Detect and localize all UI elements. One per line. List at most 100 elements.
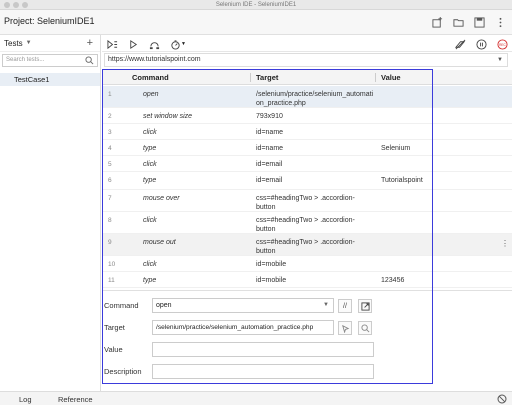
command-table-body: 1 open /selenium/practice/selenium_autom… bbox=[102, 86, 512, 289]
row-command: click bbox=[143, 217, 157, 224]
row-command: click bbox=[143, 161, 157, 168]
table-row[interactable]: 10 click id=mobile bbox=[102, 256, 512, 272]
target-input[interactable]: /selenium/practice/selenium_automation_p… bbox=[152, 320, 334, 335]
description-input[interactable] bbox=[152, 364, 374, 379]
row-command: type bbox=[143, 145, 157, 152]
command-table-header: Command Target Value bbox=[102, 70, 512, 85]
window-titlebar: Selenium IDE - SeleniumIDE1 bbox=[0, 0, 512, 10]
row-target: id=name bbox=[256, 129, 284, 136]
value-input[interactable] bbox=[152, 342, 374, 357]
command-editor: Command open ▼ // Target /selenium/pract… bbox=[102, 290, 512, 391]
project-label: Project: bbox=[4, 16, 35, 26]
table-row[interactable]: 8 click css=#headingTwo > .accordion-but… bbox=[102, 212, 512, 234]
row-number: 3 bbox=[108, 129, 112, 136]
target-label: Target bbox=[104, 323, 125, 332]
row-target: 793x910 bbox=[256, 113, 283, 120]
column-header-value: Value bbox=[381, 73, 401, 82]
table-row[interactable]: 5 click id=email bbox=[102, 156, 512, 172]
command-value: open bbox=[156, 302, 172, 309]
window-title: Selenium IDE - SeleniumIDE1 bbox=[215, 2, 297, 8]
test-case-item[interactable]: TestCase1 bbox=[0, 73, 100, 86]
table-row[interactable]: 2 set window size 793x910 bbox=[102, 108, 512, 124]
clear-log-icon[interactable] bbox=[497, 394, 507, 404]
toolbar: ▼ REC bbox=[102, 35, 512, 52]
open-project-icon[interactable] bbox=[452, 16, 464, 28]
row-target: id=mobile bbox=[256, 261, 287, 268]
row-number: 9 bbox=[108, 239, 112, 246]
search-icon bbox=[85, 56, 94, 65]
table-row[interactable]: 4 type id=name Selenium bbox=[102, 140, 512, 156]
tests-label: Tests bbox=[4, 38, 23, 48]
base-url-value: https://www.tutorialspoint.com bbox=[108, 56, 201, 63]
row-target: id=mobile bbox=[256, 277, 287, 284]
row-target: id=email bbox=[256, 177, 283, 184]
table-row[interactable]: 6 type id=email Tutorialspoint bbox=[102, 172, 512, 190]
column-header-command: Command bbox=[132, 73, 169, 82]
row-command: open bbox=[143, 91, 159, 98]
record-icon[interactable]: REC bbox=[496, 38, 508, 50]
tab-reference[interactable]: Reference bbox=[58, 395, 93, 404]
row-target: css=#headingTwo > .accordion-button bbox=[256, 195, 355, 211]
base-url-input[interactable]: https://www.tutorialspoint.com ▼ bbox=[104, 53, 508, 67]
row-command: type bbox=[143, 177, 157, 184]
pause-on-exceptions-icon[interactable] bbox=[475, 38, 487, 50]
select-target-icon[interactable] bbox=[338, 321, 352, 335]
new-project-icon[interactable] bbox=[431, 16, 443, 28]
search-tests-input[interactable]: Search tests... bbox=[2, 54, 98, 67]
row-target: id=name bbox=[256, 145, 284, 152]
row-target: /selenium/practice/selenium_automation_p… bbox=[256, 91, 374, 107]
row-number: 2 bbox=[108, 113, 112, 120]
row-number: 4 bbox=[108, 145, 112, 152]
chevron-down-icon[interactable]: ▼ bbox=[497, 54, 503, 66]
find-target-icon[interactable] bbox=[358, 321, 372, 335]
sidebar: Tests ▼ + Search tests... TestCase1 bbox=[0, 35, 101, 391]
step-over-icon[interactable] bbox=[148, 38, 160, 50]
chevron-down-icon: ▼ bbox=[25, 40, 32, 46]
table-row[interactable]: 3 click id=name bbox=[102, 124, 512, 140]
row-number: 8 bbox=[108, 217, 112, 224]
command-input[interactable]: open ▼ bbox=[152, 298, 334, 313]
row-command: type bbox=[143, 277, 157, 284]
row-number: 11 bbox=[108, 277, 115, 284]
row-target: css=#headingTwo > .accordion-button bbox=[256, 239, 355, 255]
add-test-icon[interactable]: + bbox=[87, 37, 93, 49]
row-number: 1 bbox=[108, 91, 112, 98]
row-value: Tutorialspoint bbox=[381, 177, 423, 184]
run-current-test-icon[interactable] bbox=[127, 38, 139, 50]
target-value: /selenium/practice/selenium_automation_p… bbox=[156, 324, 314, 331]
row-command: click bbox=[143, 261, 157, 268]
row-number: 5 bbox=[108, 161, 112, 168]
run-all-tests-icon[interactable] bbox=[106, 38, 118, 50]
table-row[interactable]: 11 type id=mobile 123456 bbox=[102, 272, 512, 288]
table-row[interactable]: 1 open /selenium/practice/selenium_autom… bbox=[102, 86, 512, 108]
bottom-panel-tabs: Log Reference bbox=[0, 391, 512, 405]
row-command: mouse over bbox=[143, 195, 180, 202]
search-placeholder: Search tests... bbox=[6, 57, 45, 63]
save-project-icon[interactable] bbox=[473, 16, 485, 28]
value-label: Value bbox=[104, 345, 123, 354]
speed-dropdown-icon[interactable]: ▼ bbox=[169, 38, 187, 50]
open-reference-icon[interactable] bbox=[358, 299, 372, 313]
row-target: css=#headingTwo > .accordion-button bbox=[256, 217, 355, 233]
description-label: Description bbox=[104, 367, 142, 376]
project-name[interactable]: SeleniumIDE1 bbox=[37, 16, 95, 26]
row-number: 7 bbox=[108, 195, 112, 202]
column-header-target: Target bbox=[256, 73, 279, 82]
project-title: Project: SeleniumIDE1 bbox=[4, 16, 95, 26]
row-command: click bbox=[143, 129, 157, 136]
tab-log[interactable]: Log bbox=[19, 395, 32, 404]
tests-dropdown[interactable]: Tests ▼ bbox=[0, 35, 100, 52]
project-bar: Project: SeleniumIDE1 bbox=[0, 10, 512, 35]
row-more-options-icon[interactable]: ⋮ bbox=[501, 239, 509, 248]
row-target: id=email bbox=[256, 161, 283, 168]
comment-toggle-button[interactable]: // bbox=[338, 299, 352, 313]
table-row[interactable]: 9 mouse out css=#headingTwo > .accordion… bbox=[102, 234, 512, 256]
row-value: Selenium bbox=[381, 145, 411, 152]
table-row[interactable]: 7 mouse over css=#headingTwo > .accordio… bbox=[102, 190, 512, 212]
svg-text:REC: REC bbox=[499, 42, 506, 46]
command-label: Command bbox=[104, 301, 139, 310]
disable-breakpoints-icon[interactable] bbox=[454, 38, 466, 50]
more-options-icon[interactable] bbox=[494, 16, 506, 28]
chevron-down-icon[interactable]: ▼ bbox=[323, 299, 329, 312]
row-value: 123456 bbox=[381, 277, 405, 284]
